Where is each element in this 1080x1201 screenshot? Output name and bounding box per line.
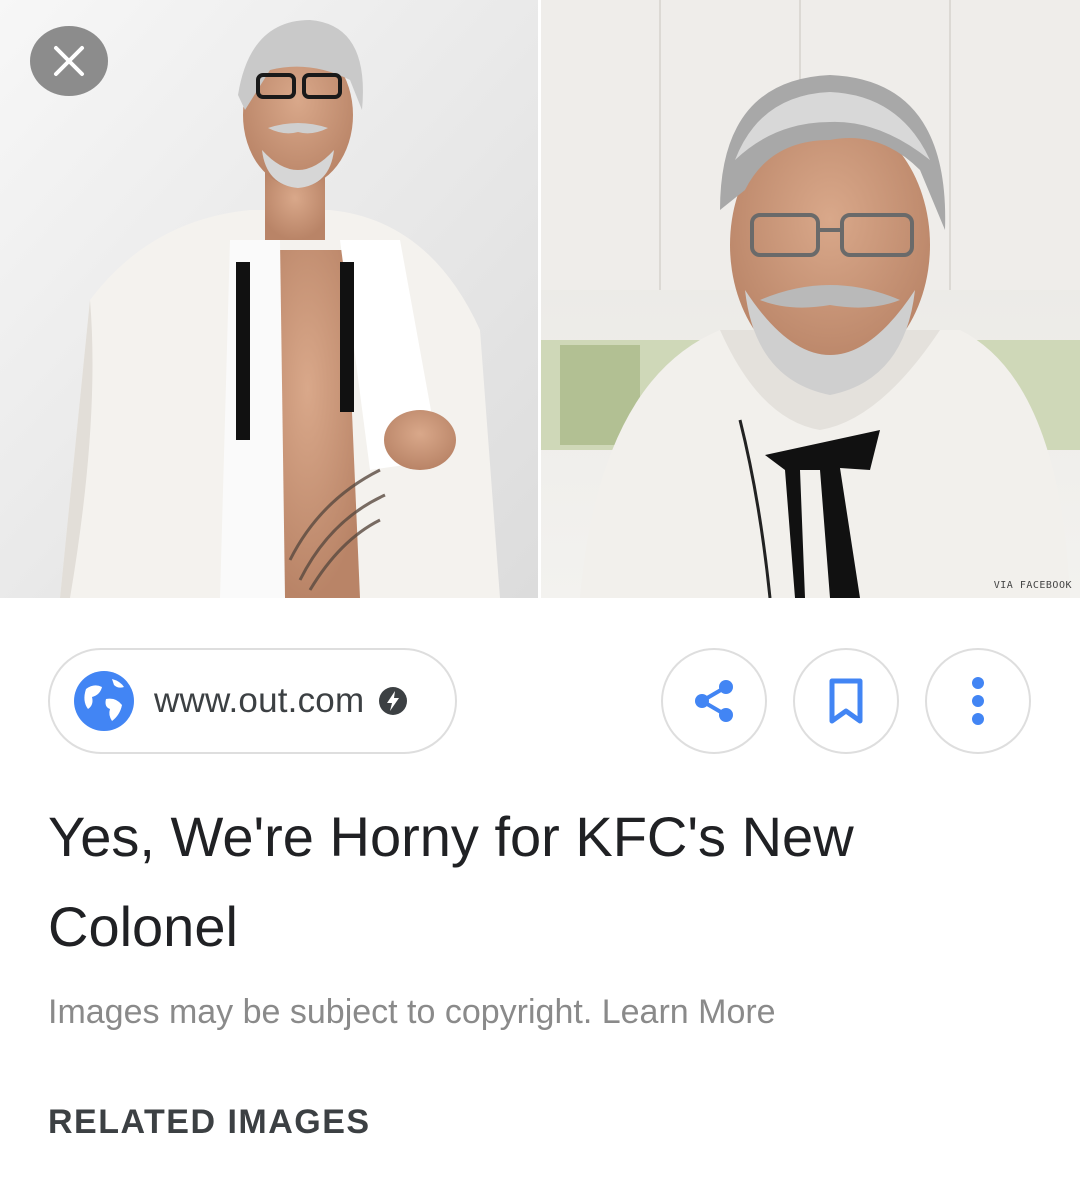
copyright-text: Images may be subject to copyright. — [48, 993, 593, 1031]
share-icon — [695, 680, 733, 722]
share-button[interactable] — [661, 648, 767, 754]
preview-image[interactable]: VIA FACEBOOK — [0, 0, 1080, 598]
amp-lightning-icon — [379, 687, 408, 715]
copyright-notice: Images may be subject to copyright. Lear… — [48, 993, 776, 1032]
close-button[interactable] — [30, 26, 108, 96]
save-button[interactable] — [793, 648, 899, 754]
related-images-heading: RELATED IMAGES — [48, 1103, 371, 1141]
photo-credit-watermark: VIA FACEBOOK — [993, 580, 1072, 591]
preview-photo-collage — [0, 0, 1080, 598]
more-options-button[interactable] — [925, 648, 1031, 754]
globe-icon — [74, 671, 134, 731]
image-viewer: VIA FACEBOOK www.out.com Yes, We're Horn… — [0, 0, 1080, 1201]
more-vert-icon — [972, 677, 984, 725]
source-link-chip[interactable]: www.out.com — [48, 648, 457, 754]
learn-more-link[interactable]: Learn More — [602, 993, 776, 1031]
source-domain: www.out.com — [154, 681, 365, 720]
result-title[interactable]: Yes, We're Horny for KFC's New Colonel — [48, 792, 1028, 972]
close-icon — [54, 46, 84, 76]
bookmark-icon — [829, 678, 863, 724]
